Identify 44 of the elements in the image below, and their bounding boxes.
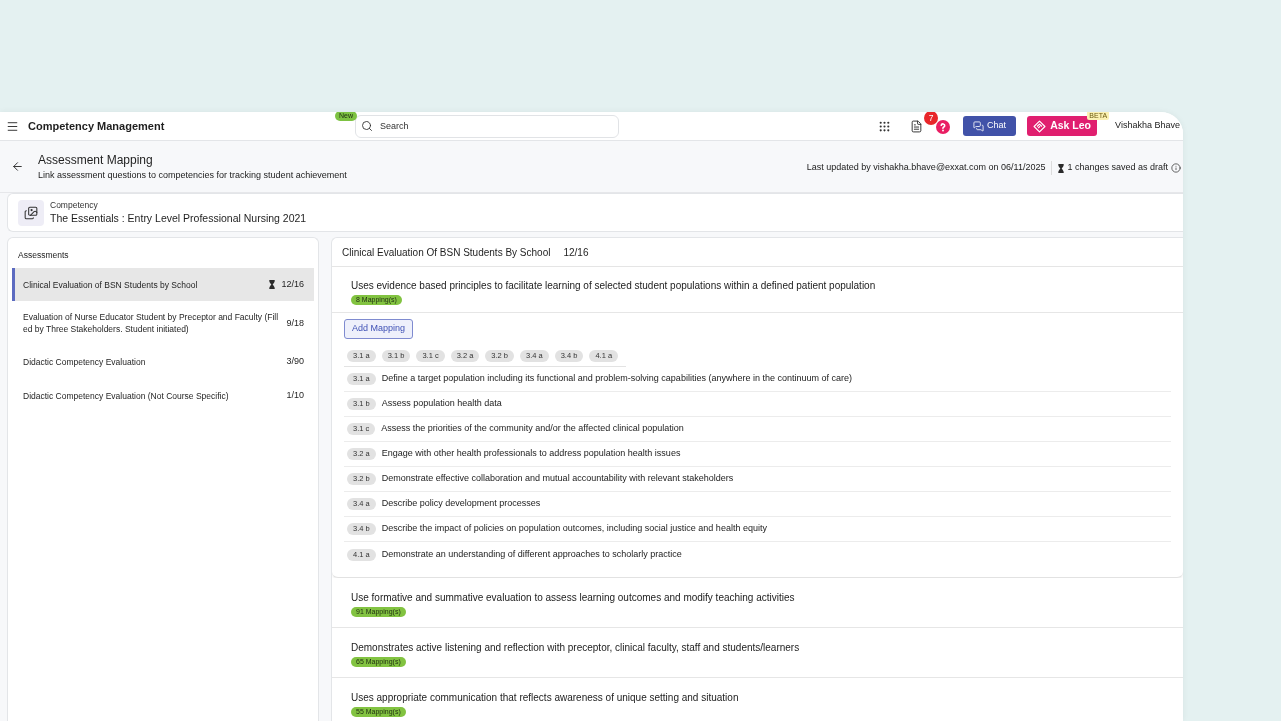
competency-title: Use formative and summative evaluation to assess learning outcomes and modify teaching activities bbox=[351, 591, 796, 604]
competency-name: The Essentials : Entry Level Professional Nursing 2021 bbox=[50, 211, 307, 225]
detail-title: Clinical Evaluation Of BSN Students By School bbox=[342, 245, 551, 260]
competency-item-text: Engage with other health professionals to address population health issues bbox=[381, 447, 681, 461]
progress-count: 3/90 bbox=[286, 355, 304, 369]
chat-bubbles-icon bbox=[973, 120, 985, 132]
competency-item-text: Define a target population including its functional and problem-solving capabilities (anywhere in the continuum of care) bbox=[381, 372, 852, 386]
notification-count-badge: 7 bbox=[924, 112, 939, 125]
page-title: Assessment Mapping bbox=[38, 152, 154, 167]
document-icon[interactable] bbox=[910, 119, 924, 133]
assessment-item[interactable]: Clinical Evaluation of BSN Students by School 12/16 bbox=[12, 267, 314, 302]
progress-count: 1/10 bbox=[286, 388, 304, 402]
competency-item-text: Assess population health data bbox=[381, 397, 502, 411]
draft-status-text: 1 changes saved as draft bbox=[1067, 161, 1168, 175]
competency-item-text: Assess the priorities of the community and/or the affected clinical population bbox=[381, 422, 684, 436]
app-title: Competency Management bbox=[28, 118, 165, 134]
competency-item-text: Describe the impact of policies on population outcomes, including social justice and health equity bbox=[381, 522, 767, 536]
search-icon bbox=[361, 120, 373, 132]
competency-title: Uses appropriate communication that reflects awareness of unique setting and situation bbox=[351, 691, 740, 704]
progress-count: 9/18 bbox=[286, 316, 304, 330]
add-mapping-button[interactable]: Add Mapping bbox=[344, 319, 414, 339]
apps-grid-icon[interactable] bbox=[878, 119, 892, 133]
help-icon[interactable] bbox=[936, 119, 951, 134]
menu-icon[interactable] bbox=[6, 119, 19, 133]
competency-item-text: Describe policy development processes bbox=[381, 497, 541, 511]
user-name[interactable]: Vishakha Bhave bbox=[1115, 119, 1180, 133]
chat-button[interactable]: Chat bbox=[963, 116, 1017, 136]
hourglass-icon bbox=[1058, 163, 1065, 173]
detail-count: 12/16 bbox=[563, 245, 589, 260]
competency-item-text: Demonstrate effective collaboration and mutual accountability with relevant stakeholders bbox=[381, 472, 734, 486]
page-subtitle: Link assessment questions to competencies for tracking student achievement bbox=[38, 169, 347, 181]
progress-count: 12/16 bbox=[281, 277, 304, 291]
last-updated-text: Last updated by vishakha.bhave@exxat.com on 06/11/2025 bbox=[806, 161, 1046, 175]
search-field[interactable]: Search bbox=[355, 114, 619, 138]
back-arrow-icon[interactable] bbox=[11, 160, 24, 173]
competency-title: Uses evidence based principles to facilitate learning of selected student populations within a defined patient population bbox=[351, 279, 877, 292]
info-icon[interactable] bbox=[1171, 163, 1181, 173]
competency-label: Competency bbox=[50, 200, 99, 211]
competency-title: Demonstrates active listening and reflection with preceptor, clinical faculty, staff and students/learners bbox=[351, 641, 801, 654]
competency-card[interactable] bbox=[332, 267, 1183, 578]
competency-item-text: Demonstrate an understanding of different approaches to scholarly practice bbox=[381, 547, 682, 561]
panel-title: Assessments bbox=[18, 249, 70, 262]
image-stack-icon bbox=[18, 199, 44, 226]
diamond-logo-icon bbox=[1033, 119, 1047, 133]
